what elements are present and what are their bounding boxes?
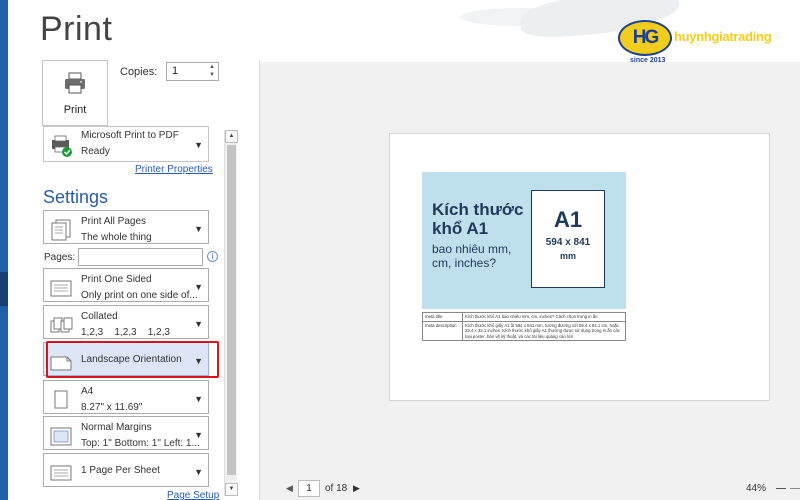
table-row: meta description Kích thước khổ giấy A1 … [422,320,626,341]
margins-dropdown[interactable]: Normal Margins Top: 1" Bottom: 1" Left: … [43,416,209,450]
print-button-label: Print [63,104,87,116]
left-accent-strip [0,0,8,500]
page-title: Print [40,10,113,48]
zoom-out-icon[interactable] [776,488,786,489]
printer-ready-icon [52,135,72,157]
print-range-dropdown[interactable]: Print All Pages The whole thing ▼ [43,210,209,244]
margins-detail: Top: 1" Bottom: 1" Left: 1... [81,438,200,449]
banner-heading-line2: khổ A1 [432,219,489,238]
pages-label: Pages: [44,252,76,263]
printer-dropdown[interactable]: Microsoft Print to PDF Ready ▼ [43,126,209,162]
copies-value: 1 [172,65,179,77]
a1-card-dimensions: 594 x 841 [545,237,591,248]
zoom-slider[interactable] [790,488,800,489]
pages-stack-icon [51,219,71,241]
printer-properties-link[interactable]: Printer Properties [135,164,213,175]
sides-title: Print One Sided [81,274,152,285]
orientation-dropdown[interactable]: Landscape Orientation ▼ [43,342,209,376]
brand-logo-icon: HG [618,20,672,56]
orientation-title: Landscape Orientation [81,354,182,365]
paper-size-detail: 8.27" x 11.69" [81,402,143,413]
scroll-up-icon[interactable]: ▲ [225,130,238,143]
paper-size-title: A4 [81,386,94,397]
print-range-title: Print All Pages [81,216,147,227]
chevron-down-icon: ▼ [194,282,203,292]
landscape-page-icon [50,356,72,371]
margins-icon [50,427,72,446]
banner-heading-line1: Kích thước [432,200,524,219]
current-page-input[interactable]: 1 [298,480,320,497]
collation-detail: 1,2,3 1,2,3 1,2,3 [81,327,170,338]
portrait-page-icon [54,390,68,409]
pages-per-sheet-title: 1 Page Per Sheet [81,465,160,476]
copies-stepper[interactable]: 1 ▲ ▼ [166,62,219,81]
print-settings-panel: Print Print Copies: 1 ▲ ▼ Microsoft Print… [8,0,258,500]
collation-dropdown[interactable]: Collated 1,2,3 1,2,3 1,2,3 ▼ [43,305,209,339]
table-cell-value: Kích thước khổ A1 bao nhiêu mm, cm, inch… [462,312,626,322]
single-page-per-sheet-icon [50,465,72,481]
info-icon[interactable]: i [207,251,218,262]
next-page-icon[interactable]: ▶ [353,483,360,494]
print-range-detail: The whole thing [81,232,152,243]
table-row: meta title Kích thước khổ A1 bao nhiêu m… [422,312,626,322]
page-count-label: of 18 [325,483,348,494]
margins-title: Normal Margins [81,422,152,433]
sides-dropdown[interactable]: Print One Sided Only print on one side o… [43,268,209,302]
paper-size-dropdown[interactable]: A4 8.27" x 11.69" ▼ [43,380,209,414]
chevron-down-icon: ▼ [194,467,203,477]
table-cell-key: meta description [422,320,463,341]
brand-since: since 2013 [630,57,666,64]
brand-monogram: HG [632,27,660,48]
page-setup-link[interactable]: Page Setup [167,490,219,500]
decorative-wave [460,8,580,26]
chevron-down-icon: ▼ [194,224,203,234]
preview-navigation-bar: ◀ 1 of 18 ▶ 44% [260,478,800,500]
a1-size-card: A1 594 x 841 mm [531,190,605,288]
a1-card-title: A1 [553,207,583,232]
meta-table: meta title Kích thước khổ A1 bao nhiêu m… [422,312,626,341]
table-cell-value: Kích thước khổ giấy A1 là 594 x 841 mm, … [462,320,626,341]
settings-scrollbar[interactable]: ▲ ▼ [224,130,238,496]
pages-input[interactable] [78,248,203,266]
chevron-down-icon: ▼ [194,319,203,329]
previous-page-icon[interactable]: ◀ [286,483,293,494]
one-sided-page-icon [50,280,72,297]
spinner-arrows-icon[interactable]: ▲ ▼ [209,63,215,79]
printer-status: Ready [81,146,110,157]
print-preview-area: Kích thước khổ A1 bao nhiêu mm, cm, inch… [260,0,800,500]
chevron-down-icon: ▼ [194,394,203,404]
zoom-level[interactable]: 44% [746,483,766,494]
banner-subheading-line2: cm, inches? [432,256,497,270]
copies-label: Copies: [120,66,158,78]
chevron-down-icon: ▼ [194,356,203,366]
printer-name: Microsoft Print to PDF [81,130,179,141]
chevron-down-icon: ▼ [194,430,203,440]
brand-name: huynhgiatrading [674,29,772,44]
scroll-down-icon[interactable]: ▼ [225,483,238,496]
preview-page: Kích thước khổ A1 bao nhiêu mm, cm, inch… [389,133,770,401]
chevron-down-icon: ▼ [194,140,203,150]
scrollbar-thumb[interactable] [227,145,236,475]
printer-icon [65,72,85,94]
brand-watermark: HG huynhgiatrading since 2013 [618,20,798,70]
collation-title: Collated [81,311,118,322]
print-button[interactable]: Print [42,60,108,126]
banner-subheading-line1: bao nhiêu mm, [432,242,512,256]
document-banner-image: Kích thước khổ A1 bao nhiêu mm, cm, inch… [422,172,626,309]
left-strip-active-marker [0,272,8,306]
settings-heading: Settings [43,187,109,207]
a1-card-unit: mm [559,251,576,261]
table-cell-key: meta title [422,312,463,322]
pages-per-sheet-dropdown[interactable]: 1 Page Per Sheet ▼ [43,453,209,487]
collated-pages-icon [50,317,73,333]
sides-detail: Only print on one side of... [81,290,198,301]
